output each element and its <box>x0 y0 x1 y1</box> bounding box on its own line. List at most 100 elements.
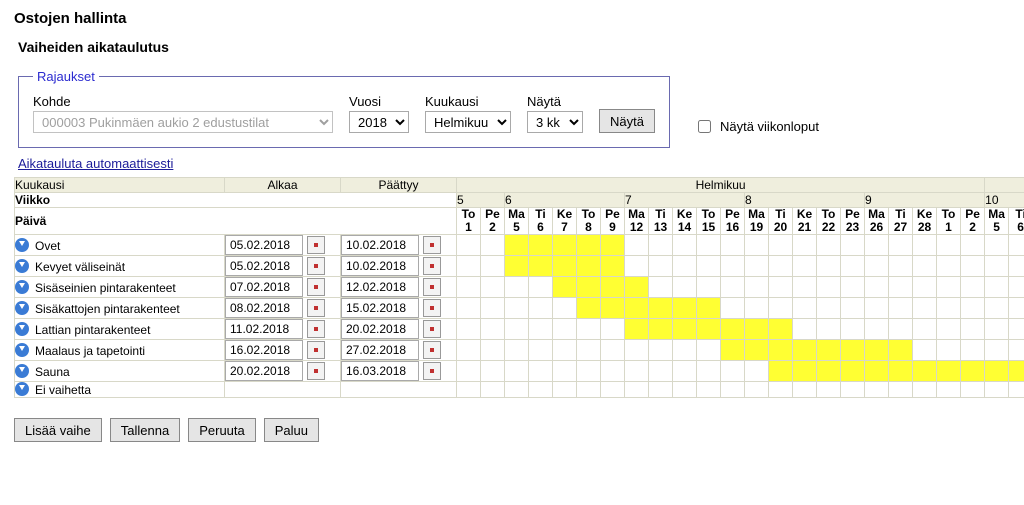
arrow-down-icon[interactable] <box>15 259 29 273</box>
gantt-cell <box>601 319 625 340</box>
gantt-cell <box>481 382 505 398</box>
phase-name: Sauna <box>35 365 70 379</box>
arrow-down-icon[interactable] <box>15 382 29 396</box>
calendar-icon[interactable] <box>423 278 441 296</box>
gantt-cell <box>457 235 481 256</box>
gantt-cell <box>961 256 985 277</box>
phase-name-cell: Sisäkattojen pintarakenteet <box>15 298 225 319</box>
save-button[interactable]: Tallenna <box>110 418 180 442</box>
gantt-cell <box>481 298 505 319</box>
arrow-down-icon[interactable] <box>15 238 29 252</box>
kohde-select[interactable]: 000003 Pukinmäen aukio 2 edustustilat <box>33 111 333 133</box>
end-date-input[interactable] <box>341 298 419 318</box>
calendar-icon[interactable] <box>307 341 325 359</box>
filters-fieldset: Rajaukset Kohde 000003 Pukinmäen aukio 2… <box>18 69 670 148</box>
start-date-input[interactable] <box>225 256 303 276</box>
end-date-input[interactable] <box>341 319 419 339</box>
gantt-cell <box>505 277 529 298</box>
end-date-input[interactable] <box>341 340 419 360</box>
cancel-button[interactable]: Peruuta <box>188 418 256 442</box>
show-button[interactable]: Näytä <box>599 109 655 133</box>
gantt-cell <box>745 256 769 277</box>
calendar-icon[interactable] <box>307 362 325 380</box>
arrow-down-icon[interactable] <box>15 301 29 315</box>
phase-row: Ei vaihetta <box>15 382 1024 398</box>
start-date-cell <box>225 256 341 277</box>
arrow-down-icon[interactable] <box>15 364 29 378</box>
gantt-cell <box>673 382 697 398</box>
calendar-icon[interactable] <box>423 362 441 380</box>
calendar-icon[interactable] <box>307 236 325 254</box>
phase-row: Maalaus ja tapetointi <box>15 340 1024 361</box>
gantt-cell <box>865 382 889 398</box>
vuosi-select[interactable]: 2018 <box>349 111 409 133</box>
calendar-icon[interactable] <box>307 299 325 317</box>
gantt-cell <box>793 277 817 298</box>
span-select[interactable]: 3 kk <box>527 111 583 133</box>
gantt-cell <box>793 256 817 277</box>
day-header: To8 <box>577 208 601 235</box>
section-title: Vaiheiden aikataulutus <box>18 39 1010 55</box>
start-date-input[interactable] <box>225 298 303 318</box>
calendar-icon[interactable] <box>307 320 325 338</box>
back-button[interactable]: Paluu <box>264 418 319 442</box>
end-date-input[interactable] <box>341 256 419 276</box>
gantt-cell <box>697 361 721 382</box>
gantt-cell <box>481 256 505 277</box>
weekend-checkbox[interactable] <box>698 120 711 133</box>
gantt-cell <box>961 382 985 398</box>
start-date-cell <box>225 277 341 298</box>
calendar-icon[interactable] <box>423 299 441 317</box>
gantt-cell <box>553 361 577 382</box>
gantt-cell <box>793 340 817 361</box>
gantt-cell <box>841 382 865 398</box>
gantt-cell <box>865 235 889 256</box>
end-date-cell <box>341 277 457 298</box>
gantt-cell <box>625 235 649 256</box>
phase-name: Lattian pintarakenteet <box>35 323 150 337</box>
gantt-cell <box>865 277 889 298</box>
phase-name-cell: Maalaus ja tapetointi <box>15 340 225 361</box>
start-date-input[interactable] <box>225 319 303 339</box>
end-date-input[interactable] <box>341 277 419 297</box>
gantt-cell <box>817 382 841 398</box>
gantt-cell <box>865 340 889 361</box>
start-date-input[interactable] <box>225 340 303 360</box>
phase-name: Ei vaihetta <box>35 383 91 397</box>
vuosi-label: Vuosi <box>349 94 409 109</box>
auto-schedule-link[interactable]: Aikatauluta automaattisesti <box>18 156 173 171</box>
gantt-cell <box>913 319 937 340</box>
gantt-cell <box>841 256 865 277</box>
gantt-cell <box>553 319 577 340</box>
arrow-down-icon[interactable] <box>15 343 29 357</box>
phase-name-cell: Lattian pintarakenteet <box>15 319 225 340</box>
gantt-cell <box>649 277 673 298</box>
gantt-cell <box>529 235 553 256</box>
gantt-cell <box>913 361 937 382</box>
day-header: Pe16 <box>721 208 745 235</box>
gantt-cell <box>961 277 985 298</box>
calendar-icon[interactable] <box>423 236 441 254</box>
calendar-icon[interactable] <box>423 320 441 338</box>
calendar-icon[interactable] <box>307 257 325 275</box>
calendar-icon[interactable] <box>423 257 441 275</box>
end-date-cell <box>341 319 457 340</box>
add-phase-button[interactable]: Lisää vaihe <box>14 418 102 442</box>
gantt-cell <box>817 256 841 277</box>
gantt-cell <box>625 256 649 277</box>
start-date-cell <box>225 382 341 398</box>
day-header: To1 <box>457 208 481 235</box>
start-date-input[interactable] <box>225 235 303 255</box>
calendar-icon[interactable] <box>307 278 325 296</box>
gantt-cell <box>1009 277 1024 298</box>
end-date-input[interactable] <box>341 235 419 255</box>
arrow-down-icon[interactable] <box>15 322 29 336</box>
end-date-cell <box>341 382 457 398</box>
calendar-icon[interactable] <box>423 341 441 359</box>
end-date-input[interactable] <box>341 361 419 381</box>
start-date-input[interactable] <box>225 361 303 381</box>
arrow-down-icon[interactable] <box>15 280 29 294</box>
kuukausi-select[interactable]: Helmikuu <box>425 111 511 133</box>
gantt-cell <box>1009 256 1024 277</box>
start-date-input[interactable] <box>225 277 303 297</box>
